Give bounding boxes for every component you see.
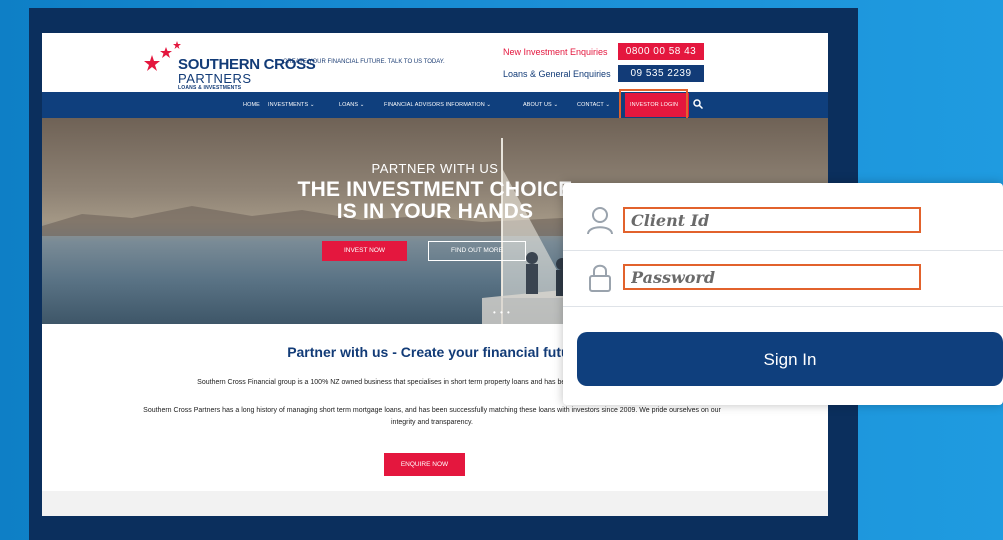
nav-item-investments[interactable]: INVESTMENTS ⌄	[268, 92, 315, 118]
nav-item-financial-advisors[interactable]: FINANCIAL ADVISORS INFORMATION ⌄	[384, 92, 491, 118]
intro-paragraph-2: Southern Cross Partners has a long histo…	[143, 407, 721, 426]
nav-item-contact[interactable]: CONTACT ⌄	[577, 92, 610, 118]
hero-subtitle: PARTNER WITH US	[371, 161, 499, 176]
nav-item-about-us[interactable]: ABOUT US ⌄	[523, 92, 558, 118]
find-out-more-button[interactable]: FIND OUT MORE	[428, 241, 526, 261]
carousel-dots[interactable]: • • •	[493, 308, 511, 317]
loans-phone[interactable]: 09 535 2239	[618, 65, 704, 82]
header-tagline: CREATE YOUR FINANCIAL FUTURE. TALK TO US…	[283, 59, 445, 65]
logo-tagline: LOANS & INVESTMENTS	[178, 85, 242, 91]
nav-item-home[interactable]: HOME	[243, 92, 260, 118]
client-id-row	[563, 183, 1003, 251]
password-input[interactable]	[623, 264, 921, 290]
loans-enquiries-label: Loans & General Enquiries	[503, 69, 611, 79]
new-investment-phone[interactable]: 0800 00 58 43	[618, 43, 704, 60]
enquire-now-button[interactable]: ENQUIRE NOW	[384, 453, 465, 476]
password-row	[563, 251, 1003, 307]
new-investment-label: New Investment Enquiries	[503, 47, 608, 57]
logo[interactable]: SOUTHERN CROSS PARTNERS LOANS & INVESTME…	[142, 38, 316, 91]
footer-strip	[42, 491, 828, 516]
login-panel: Sign In	[563, 183, 1003, 405]
sign-in-button[interactable]: Sign In	[577, 332, 1003, 386]
client-id-input[interactable]	[623, 207, 921, 233]
site-header: SOUTHERN CROSS PARTNERS LOANS & INVESTME…	[42, 33, 828, 92]
main-nav: HOME INVESTMENTS ⌄ LOANS ⌄ FINANCIAL ADV…	[42, 89, 828, 120]
investor-login-highlight	[619, 89, 688, 120]
invest-now-button[interactable]: INVEST NOW	[322, 241, 407, 261]
nav-item-loans[interactable]: LOANS ⌄	[339, 92, 364, 118]
logo-subtitle: PARTNERS	[178, 71, 252, 86]
user-icon	[587, 207, 613, 235]
search-icon[interactable]	[693, 99, 703, 109]
lock-icon	[589, 264, 611, 292]
